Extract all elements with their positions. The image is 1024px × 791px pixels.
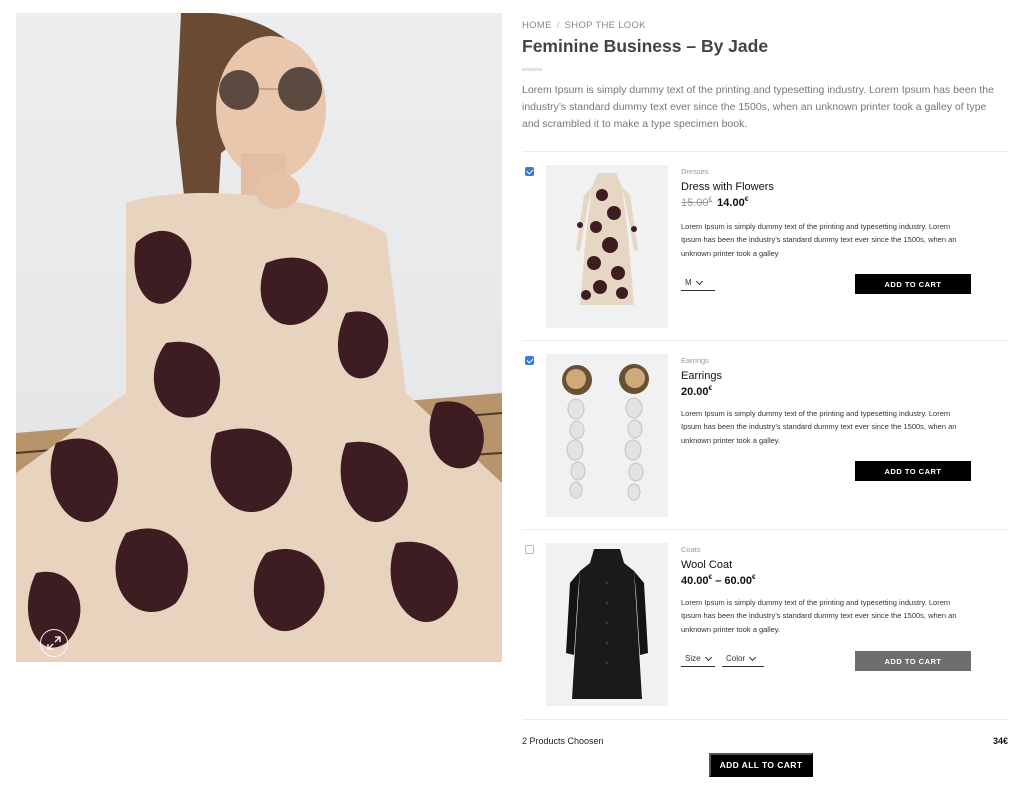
product-image-coat[interactable]	[546, 543, 668, 706]
expand-icon	[47, 636, 61, 650]
product-description: Lorem Ipsum is simply dummy text of the …	[681, 222, 957, 258]
add-all-to-cart-button[interactable]: ADD ALL TO CART	[709, 753, 813, 777]
add-to-cart-button[interactable]: ADD TO CART	[855, 461, 971, 481]
product-name[interactable]: Wool Coat	[681, 559, 732, 571]
product-price: 40.00€ – 60.00€	[681, 574, 756, 587]
product-row: Dresses Dress with Flowers 15.00€ 14.00€ …	[522, 165, 1008, 328]
product-name[interactable]: Earrings	[681, 370, 722, 382]
product-description: Lorem Ipsum is simply dummy text of the …	[681, 409, 957, 445]
price-separator: –	[715, 575, 722, 587]
product-checkbox[interactable]	[525, 167, 534, 176]
hero-image[interactable]	[16, 13, 502, 662]
product-category[interactable]: Coats	[681, 545, 701, 554]
breadcrumb: HOME / SHOP THE LOOK	[522, 20, 646, 31]
chevron-down-icon	[695, 277, 703, 285]
product-description: Lorem Ipsum is simply dummy text of the …	[681, 598, 957, 634]
breadcrumb-separator: /	[556, 20, 560, 31]
product-row: Coats Wool Coat 40.00€ – 60.00€ Lorem Ip…	[522, 543, 1008, 706]
add-to-cart-button[interactable]: ADD TO CART	[855, 651, 971, 671]
sale-price: 14.00	[717, 197, 745, 209]
products-chosen-label: 2 Products Choosen	[522, 736, 604, 746]
title-divider	[522, 68, 542, 71]
size-select[interactable]: M	[681, 275, 715, 291]
product-row: Earrings Earrings 20.00€ Lorem Ipsum is …	[522, 354, 1008, 517]
sale-price: 20.00	[681, 386, 709, 398]
zoom-button[interactable]	[40, 629, 68, 657]
product-category[interactable]: Dresses	[681, 167, 709, 176]
product-price: 15.00€ 14.00€	[681, 196, 749, 209]
dress-image	[546, 165, 668, 328]
model-photo	[16, 13, 502, 662]
size-select[interactable]: Size	[681, 651, 715, 667]
breadcrumb-current[interactable]: SHOP THE LOOK	[565, 20, 646, 31]
page-intro: Lorem Ipsum is simply dummy text of the …	[522, 84, 994, 130]
product-image-dress[interactable]	[546, 165, 668, 328]
product-name[interactable]: Dress with Flowers	[681, 181, 774, 193]
price-to: 60.00	[724, 575, 752, 587]
product-price: 20.00€	[681, 385, 713, 398]
currency-symbol: €	[708, 385, 713, 392]
color-placeholder: Color	[726, 654, 746, 663]
divider	[522, 719, 1008, 720]
currency-symbol: €	[744, 196, 749, 203]
add-to-cart-button[interactable]: ADD TO CART	[855, 274, 971, 294]
breadcrumb-home[interactable]: HOME	[522, 20, 552, 31]
size-value: M	[685, 278, 692, 287]
coat-image	[546, 543, 668, 706]
total-price: 34€	[992, 736, 1008, 746]
old-price: 15.00€	[681, 196, 713, 209]
chevron-down-icon	[749, 653, 757, 661]
earrings-image	[546, 354, 668, 517]
divider	[522, 529, 1008, 530]
divider	[522, 340, 1008, 341]
product-category[interactable]: Earrings	[681, 356, 709, 365]
product-image-earrings[interactable]	[546, 354, 668, 517]
size-placeholder: Size	[685, 654, 701, 663]
page-title: Feminine Business – By Jade	[522, 36, 769, 56]
product-checkbox[interactable]	[525, 356, 534, 365]
chevron-down-icon	[704, 653, 712, 661]
price-from: 40.00	[681, 575, 709, 587]
product-checkbox[interactable]	[525, 545, 534, 554]
divider	[522, 151, 1008, 152]
color-select[interactable]: Color	[722, 651, 764, 667]
